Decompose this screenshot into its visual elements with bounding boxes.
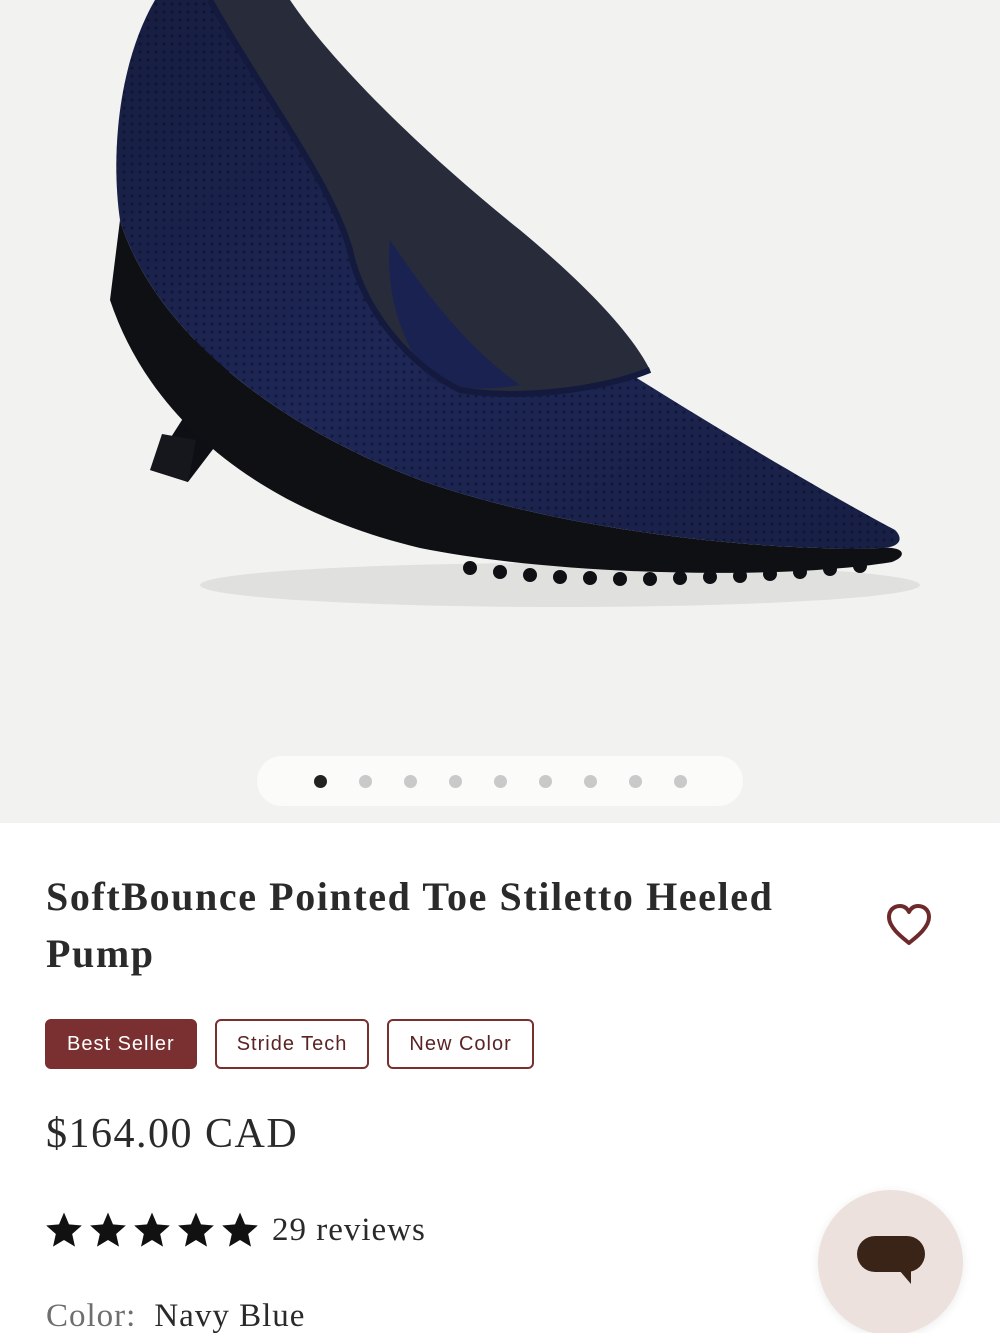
star-icon: [134, 1212, 170, 1247]
star-icon: [90, 1212, 126, 1247]
gallery-dot-2[interactable]: [358, 774, 372, 788]
chat-bubble-icon: [856, 1235, 925, 1284]
gallery-dot-7[interactable]: [583, 774, 597, 788]
star-icon: [222, 1212, 258, 1247]
gallery-dot-6[interactable]: [538, 774, 552, 788]
heart-outline-icon: [887, 904, 931, 945]
product-gallery[interactable]: [0, 0, 1000, 823]
badge-best-seller: Best Seller: [45, 1019, 197, 1069]
gallery-dot-8[interactable]: [628, 774, 642, 788]
product-page: SoftBounce Pointed Toe Stiletto Heeled P…: [0, 0, 1000, 1333]
badge-new-color: New Color: [387, 1019, 534, 1069]
wishlist-button[interactable]: [882, 900, 936, 950]
rating-row[interactable]: 29 reviews: [44, 1210, 426, 1250]
gallery-dot-1[interactable]: [313, 774, 327, 788]
gallery-dot-4[interactable]: [448, 774, 462, 788]
product-image: [110, 0, 920, 607]
gallery-dot-9[interactable]: [673, 774, 687, 788]
chat-button[interactable]: [818, 1190, 963, 1333]
reviews-link[interactable]: 29 reviews: [272, 1212, 426, 1249]
color-value: Navy Blue: [154, 1298, 306, 1333]
badge-stride-tech: Stride Tech: [214, 1019, 370, 1069]
star-rating: [44, 1210, 260, 1250]
gallery-dot-3[interactable]: [403, 774, 417, 788]
color-label: Color:: [46, 1298, 137, 1333]
gallery-pagination: [257, 756, 743, 806]
badge-list: Best Seller Stride Tech New Color: [45, 1019, 534, 1069]
color-row: Color: Navy Blue: [46, 1298, 305, 1333]
star-icon: [178, 1212, 214, 1247]
star-icon: [46, 1212, 82, 1247]
product-price: $164.00 CAD: [46, 1111, 299, 1157]
product-title: SoftBounce Pointed Toe Stiletto Heeled P…: [46, 874, 774, 976]
gallery-dot-5[interactable]: [493, 774, 507, 788]
